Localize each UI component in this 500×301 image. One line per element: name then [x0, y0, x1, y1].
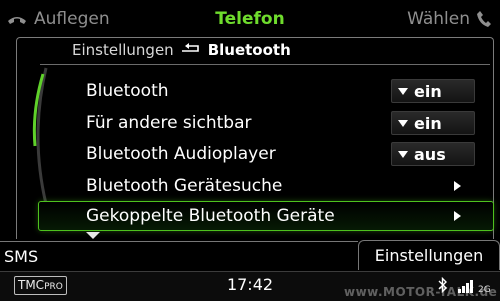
toggle-value: ein	[414, 81, 442, 101]
menu-item-label: Bluetooth Gerätesuche	[86, 176, 283, 196]
scroll-indicator	[26, 66, 52, 206]
bluetooth-icon	[438, 276, 448, 297]
top-bar: Auflegen Telefon Wählen	[0, 0, 500, 36]
dropdown-arrow-icon	[398, 119, 408, 127]
chevron-right-icon	[454, 211, 461, 221]
phone-icon	[476, 10, 492, 28]
visibility-toggle[interactable]: ein	[391, 111, 475, 135]
dropdown-arrow-icon	[398, 87, 408, 95]
toggle-value: ein	[414, 113, 442, 133]
menu-item-paired-devices[interactable]: Gekoppelte Bluetooth Geräte	[86, 203, 476, 231]
menu-item-label: Bluetooth Audioplayer	[86, 144, 276, 164]
menu-item-device-search[interactable]: Bluetooth Gerätesuche	[86, 173, 476, 201]
menu-item-label: Bluetooth	[86, 81, 169, 101]
dial-label: Wählen	[407, 9, 470, 29]
toggle-value: aus	[414, 144, 446, 164]
sms-softkey[interactable]: SMS	[4, 247, 38, 266]
menu-item-label: Gekoppelte Bluetooth Geräte	[86, 206, 335, 226]
audioplayer-toggle[interactable]: aus	[391, 142, 475, 166]
menu-item-bluetooth[interactable]: Bluetooth ein	[86, 78, 476, 106]
dropdown-arrow-icon	[398, 150, 408, 158]
softkey-divider	[0, 241, 358, 242]
back-arrow-icon	[180, 41, 202, 59]
menu-item-visible-to-others[interactable]: Für andere sichtbar ein	[86, 110, 476, 138]
network-type: 2G	[478, 285, 491, 295]
signal-strength-icon	[458, 278, 476, 297]
breadcrumb-parent[interactable]: Einstellungen	[72, 41, 174, 59]
selection-marker-icon	[86, 232, 100, 239]
dial-button[interactable]: Wählen	[407, 9, 492, 29]
breadcrumb-current: Bluetooth	[207, 41, 291, 59]
menu-item-audioplayer[interactable]: Bluetooth Audioplayer aus	[86, 141, 476, 169]
tab-settings[interactable]: Einstellungen	[358, 240, 500, 270]
breadcrumb: Einstellungen Bluetooth	[72, 41, 291, 59]
breadcrumb-divider	[40, 64, 490, 65]
chevron-right-icon	[454, 181, 461, 191]
menu-item-label: Für andere sichtbar	[86, 113, 252, 133]
bluetooth-toggle[interactable]: ein	[391, 79, 475, 103]
